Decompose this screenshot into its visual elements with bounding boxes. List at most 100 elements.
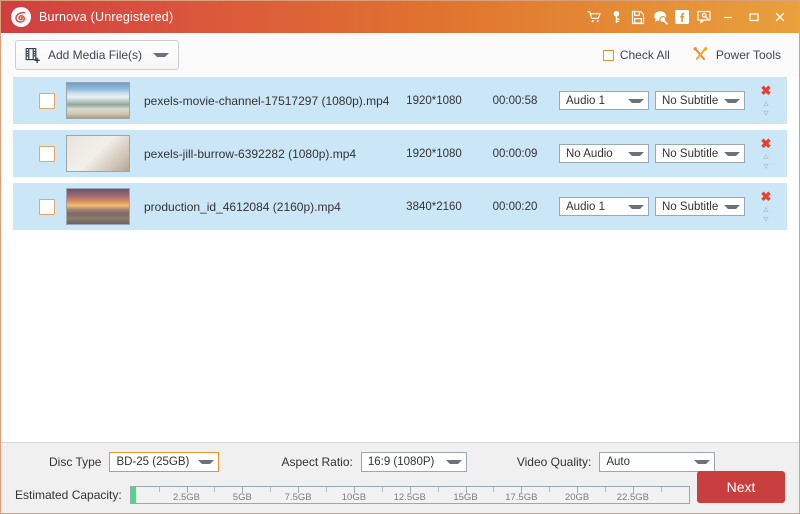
capacity-tick-label: 15GB [453,492,477,503]
file-name: pexels-jill-burrow-6392282 (1080p).mp4 [144,147,391,161]
aspect-ratio-select[interactable]: 16:9 (1080P) [361,452,467,472]
chevron-down-icon [628,152,644,156]
row-checkbox[interactable] [39,199,55,215]
row-actions: ✖ ▵ ▿ [745,183,787,230]
cart-icon[interactable] [583,4,605,30]
capacity-tick-label: 17.5GB [505,492,537,503]
power-tools-button[interactable]: Power Tools [692,46,781,65]
file-duration: 00:00:58 [477,95,553,107]
next-button[interactable]: Next [697,471,785,503]
title-icon-group [583,4,793,30]
file-resolution: 1920*1080 [391,148,477,160]
file-name: production_id_4612084 (2160p).mp4 [144,200,391,214]
chevron-down-icon [198,460,214,464]
key-icon[interactable] [605,4,627,30]
disc-type-select[interactable]: BD-25 (25GB) [109,452,219,472]
remove-file-icon[interactable]: ✖ [761,191,772,204]
move-down-icon[interactable]: ▿ [763,109,768,118]
add-media-label: Add Media File(s) [48,48,142,62]
move-down-icon[interactable]: ▿ [763,162,768,171]
title-bar: Burnova (Unregistered) [1,1,799,33]
row-actions: ✖ ▵ ▿ [745,130,787,177]
feedback-icon[interactable] [693,4,715,30]
check-all-checkbox[interactable] [603,50,614,61]
video-thumbnail [66,135,130,172]
move-down-icon[interactable]: ▿ [763,215,768,224]
move-up-icon[interactable]: ▵ [763,99,768,108]
video-thumbnail [66,82,130,119]
add-media-button[interactable]: Add Media File(s) [15,40,179,70]
move-up-icon[interactable]: ▵ [763,152,768,161]
capacity-ticks: 2.5GB5GB7.5GB10GB12.5GB15GB17.5GB20GB22.… [131,487,689,503]
audio-track-value: Audio 1 [566,201,624,213]
audio-track-value: No Audio [566,148,624,160]
media-file-list: pexels-movie-channel-17517297 (1080p).mp… [1,77,799,442]
maximize-button[interactable] [741,4,767,30]
video-thumbnail [66,188,130,225]
video-quality-value: Auto [606,456,690,468]
table-row[interactable]: pexels-jill-burrow-6392282 (1080p).mp4 1… [13,130,787,177]
file-icon[interactable] [627,4,649,30]
audio-track-value: Audio 1 [566,95,624,107]
subtitle-track-value: No Subtitle [662,148,720,160]
aspect-ratio-label: Aspect Ratio: [281,455,352,469]
help-chat-icon[interactable] [649,4,671,30]
check-all-control[interactable]: Check All [603,48,670,62]
row-actions: ✖ ▵ ▿ [745,77,787,124]
chevron-down-icon [724,152,740,156]
capacity-tick-label: 22.5GB [617,492,649,503]
file-name: pexels-movie-channel-17517297 (1080p).mp… [144,94,391,108]
remove-file-icon[interactable]: ✖ [761,85,772,98]
minimize-button[interactable] [715,4,741,30]
row-checkbox[interactable] [39,93,55,109]
audio-track-select[interactable]: Audio 1 [559,197,649,216]
app-title: Burnova (Unregistered) [39,10,173,24]
capacity-tick-label: 20GB [565,492,589,503]
row-checkbox[interactable] [39,146,55,162]
table-row[interactable]: pexels-movie-channel-17517297 (1080p).mp… [13,77,787,124]
power-tools-label: Power Tools [716,48,781,62]
capacity-tick-minor [605,487,606,492]
subtitle-track-select[interactable]: No Subtitle [655,91,745,110]
estimated-capacity-row: Estimated Capacity: 2.5GB5GB7.5GB10GB12.… [15,485,690,505]
capacity-tick-minor [326,487,327,492]
facebook-icon[interactable] [671,4,693,30]
aspect-ratio-value: 16:9 (1080P) [368,456,442,468]
burnova-logo-icon [11,7,31,27]
capacity-tick-label: 12.5GB [394,492,426,503]
disc-type-value: BD-25 (25GB) [116,456,194,468]
chevron-down-icon [446,460,462,464]
disc-type-field: Disc Type BD-25 (25GB) [49,452,219,472]
video-quality-label: Video Quality: [517,455,592,469]
add-media-icon [25,47,41,63]
capacity-tick-label: 7.5GB [285,492,312,503]
video-quality-select[interactable]: Auto [599,452,715,472]
remove-file-icon[interactable]: ✖ [761,138,772,151]
capacity-tick-minor [382,487,383,492]
video-quality-field: Video Quality: Auto [517,452,716,472]
estimated-capacity-label: Estimated Capacity: [15,488,122,502]
file-duration: 00:00:20 [477,201,553,213]
burnova-window: Burnova (Unregistered) [0,0,800,514]
chevron-down-icon [628,99,644,103]
capacity-bar: 2.5GB5GB7.5GB10GB12.5GB15GB17.5GB20GB22.… [130,486,690,504]
disc-type-label: Disc Type [49,455,101,469]
audio-track-select[interactable]: No Audio [559,144,649,163]
subtitle-track-select[interactable]: No Subtitle [655,197,745,216]
chevron-down-icon[interactable] [153,53,169,57]
capacity-tick-minor [493,487,494,492]
table-row[interactable]: production_id_4612084 (2160p).mp4 3840*2… [13,183,787,230]
capacity-tick-minor [214,487,215,492]
chevron-down-icon [628,205,644,209]
audio-track-select[interactable]: Audio 1 [559,91,649,110]
close-button[interactable] [767,4,793,30]
chevron-down-icon [694,460,710,464]
subtitle-track-select[interactable]: No Subtitle [655,144,745,163]
move-up-icon[interactable]: ▵ [763,205,768,214]
capacity-tick-label: 5GB [233,492,252,503]
capacity-tick-minor [661,487,662,492]
main-toolbar: Add Media File(s) Check All [1,33,799,77]
capacity-tick-label: 10GB [342,492,366,503]
bottom-settings-panel: Disc Type BD-25 (25GB) Aspect Ratio: 16:… [1,442,799,513]
power-tools-icon [692,46,709,65]
